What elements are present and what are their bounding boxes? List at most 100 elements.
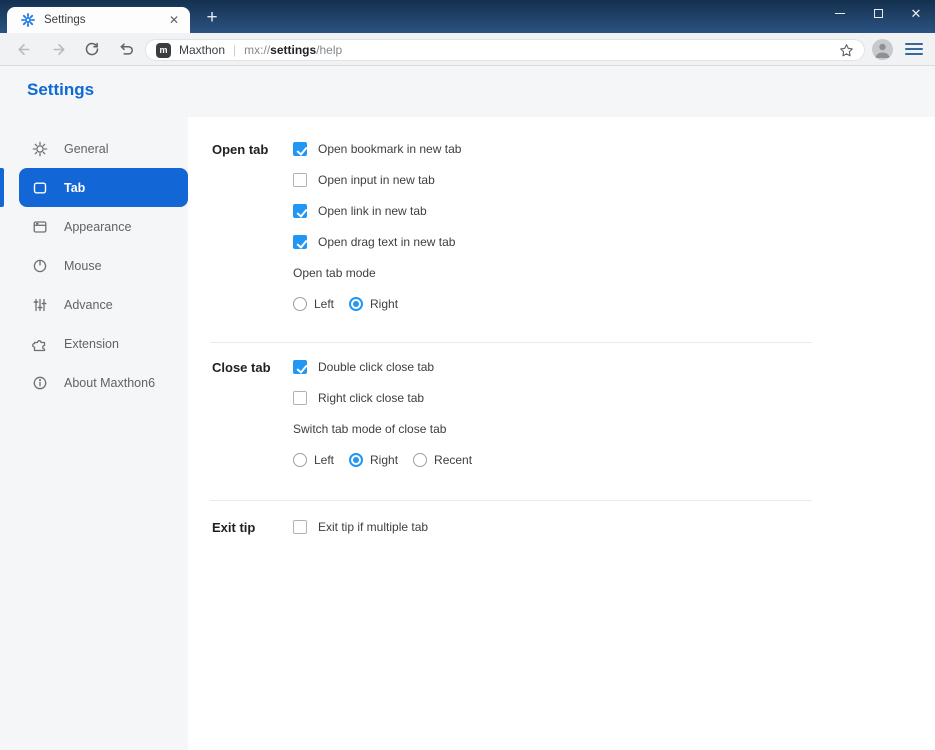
hamburger-menu-icon[interactable] — [905, 40, 923, 58]
section-heading: Exit tip — [212, 520, 256, 535]
radio-icon[interactable] — [349, 297, 364, 311]
checkbox-open-bookmark[interactable] — [293, 142, 307, 156]
checkbox-label: Exit tip if multiple tab — [318, 520, 429, 534]
window-close-icon[interactable]: ✕ — [897, 0, 935, 26]
sub-label: Open tab mode — [293, 266, 376, 280]
radio-option-left[interactable]: Left — [293, 297, 334, 311]
url-brand: Maxthon — [179, 43, 226, 57]
radio-label: Left — [314, 453, 335, 467]
checkbox-open-drag-text[interactable] — [293, 235, 307, 249]
url-host: settings — [270, 43, 317, 57]
checkbox-label: Open bookmark in new tab — [318, 142, 462, 156]
maximize-icon[interactable] — [859, 0, 897, 26]
checkbox-label: Open drag text in new tab — [318, 235, 456, 249]
settings-page: Settings General Tab Appearance Mouse Ad… — [0, 66, 935, 750]
setting-row: Double click close tab — [293, 357, 472, 377]
radio-icon[interactable] — [413, 453, 428, 467]
checkbox-double-click-close[interactable] — [293, 360, 307, 374]
radio-icon[interactable] — [349, 453, 364, 467]
browser-window: Settings ✕ + ✕ m Maxthon | mx:// setting… — [0, 0, 935, 750]
url-separator: | — [233, 43, 237, 57]
radio-option-left[interactable]: Left — [293, 453, 334, 467]
sidebar-item-label: Advance — [64, 297, 113, 312]
section-exit-tip: Exit tip Exit tip if multiple tab — [188, 501, 935, 548]
radio-option-right[interactable]: Right — [349, 453, 398, 467]
checkbox-exit-tip[interactable] — [293, 520, 307, 534]
sidebar-item-label: Mouse — [64, 258, 102, 273]
reload-icon[interactable] — [79, 36, 105, 62]
mouse-icon — [32, 258, 48, 274]
sidebar-item-about[interactable]: About Maxthon6 — [19, 363, 188, 402]
gear-favicon-icon — [21, 13, 35, 27]
sidebar-item-general[interactable]: General — [19, 129, 188, 168]
setting-row: Open drag text in new tab — [293, 232, 461, 252]
setting-row: Open input in new tab — [293, 170, 461, 190]
checkbox-label: Open input in new tab — [318, 173, 435, 187]
gear-icon — [32, 141, 48, 157]
back-icon[interactable] — [10, 36, 36, 62]
tab-icon — [32, 180, 48, 196]
setting-row: Open link in new tab — [293, 201, 461, 221]
sidebar-item-advance[interactable]: Advance — [19, 285, 188, 324]
section-close-tab: Close tab Double click close tab Right c… — [188, 343, 935, 481]
setting-row: Exit tip if multiple tab — [293, 517, 428, 537]
tab-title: Settings — [44, 14, 86, 26]
checkbox-label: Open link in new tab — [318, 204, 427, 218]
setting-row: Open tab mode — [293, 263, 461, 283]
sidebar-item-label: General — [64, 141, 109, 156]
radio-label: Recent — [434, 453, 473, 467]
url-scheme: mx:// — [244, 43, 271, 57]
section-open-tab: Open tab Open bookmark in new tab Open i… — [188, 139, 935, 325]
checkbox-label: Right click close tab — [318, 391, 425, 405]
setting-row: Open bookmark in new tab — [293, 139, 461, 159]
sidebar-item-extension[interactable]: Extension — [19, 324, 188, 363]
minimize-icon[interactable] — [821, 0, 859, 26]
navbar: m Maxthon | mx://settings/help — [0, 33, 935, 66]
info-icon — [32, 375, 48, 391]
browser-tab-settings[interactable]: Settings ✕ — [7, 7, 190, 33]
url-path: /help — [316, 43, 343, 57]
puzzle-icon — [32, 336, 48, 352]
radio-option-recent[interactable]: Recent — [413, 453, 472, 467]
forward-icon[interactable] — [46, 36, 72, 62]
checkbox-open-link[interactable] — [293, 204, 307, 218]
page-title: Settings — [27, 80, 95, 99]
sidebar: General Tab Appearance Mouse Advance Ext… — [0, 129, 188, 402]
section-heading: Open tab — [212, 142, 269, 157]
settings-panel: Open tab Open bookmark in new tab Open i… — [188, 117, 935, 750]
sidebar-item-tab[interactable]: Tab — [0, 168, 188, 207]
setting-row: Left Right Recent — [293, 450, 472, 470]
sliders-icon — [32, 297, 48, 313]
radio-label: Right — [370, 297, 399, 311]
avatar-icon[interactable] — [872, 39, 893, 60]
sidebar-item-label: Tab — [64, 180, 86, 195]
radio-option-right[interactable]: Right — [349, 297, 398, 311]
window-icon — [32, 219, 48, 235]
radio-icon[interactable] — [293, 297, 307, 311]
address-bar[interactable]: m Maxthon | mx://settings/help — [145, 39, 865, 61]
tab-close-icon[interactable]: ✕ — [166, 12, 182, 28]
radio-icon[interactable] — [293, 453, 307, 467]
sidebar-item-appearance[interactable]: Appearance — [19, 207, 188, 246]
undo-icon[interactable] — [113, 36, 139, 62]
sub-label: Switch tab mode of close tab — [293, 422, 447, 436]
section-heading: Close tab — [212, 360, 271, 375]
sidebar-item-label: Extension — [64, 336, 119, 351]
new-tab-icon[interactable]: + — [198, 6, 226, 30]
open-tab-mode-group: Left Right — [293, 297, 398, 311]
maxthon-logo-icon: m — [156, 42, 171, 58]
setting-row: Right click close tab — [293, 388, 472, 408]
setting-row: Left Right — [293, 294, 461, 314]
switch-tab-mode-group: Left Right Recent — [293, 453, 472, 467]
star-icon[interactable] — [839, 43, 854, 58]
checkbox-label: Double click close tab — [318, 360, 435, 374]
sidebar-item-label: Appearance — [64, 219, 132, 234]
checkbox-right-click-close[interactable] — [293, 391, 307, 405]
radio-label: Right — [370, 453, 399, 467]
checkbox-open-input[interactable] — [293, 173, 307, 187]
sidebar-item-mouse[interactable]: Mouse — [19, 246, 188, 285]
sidebar-item-label: About Maxthon6 — [64, 375, 156, 390]
titlebar: Settings ✕ + ✕ — [0, 0, 935, 33]
radio-label: Left — [314, 297, 335, 311]
window-controls: ✕ — [821, 0, 935, 26]
